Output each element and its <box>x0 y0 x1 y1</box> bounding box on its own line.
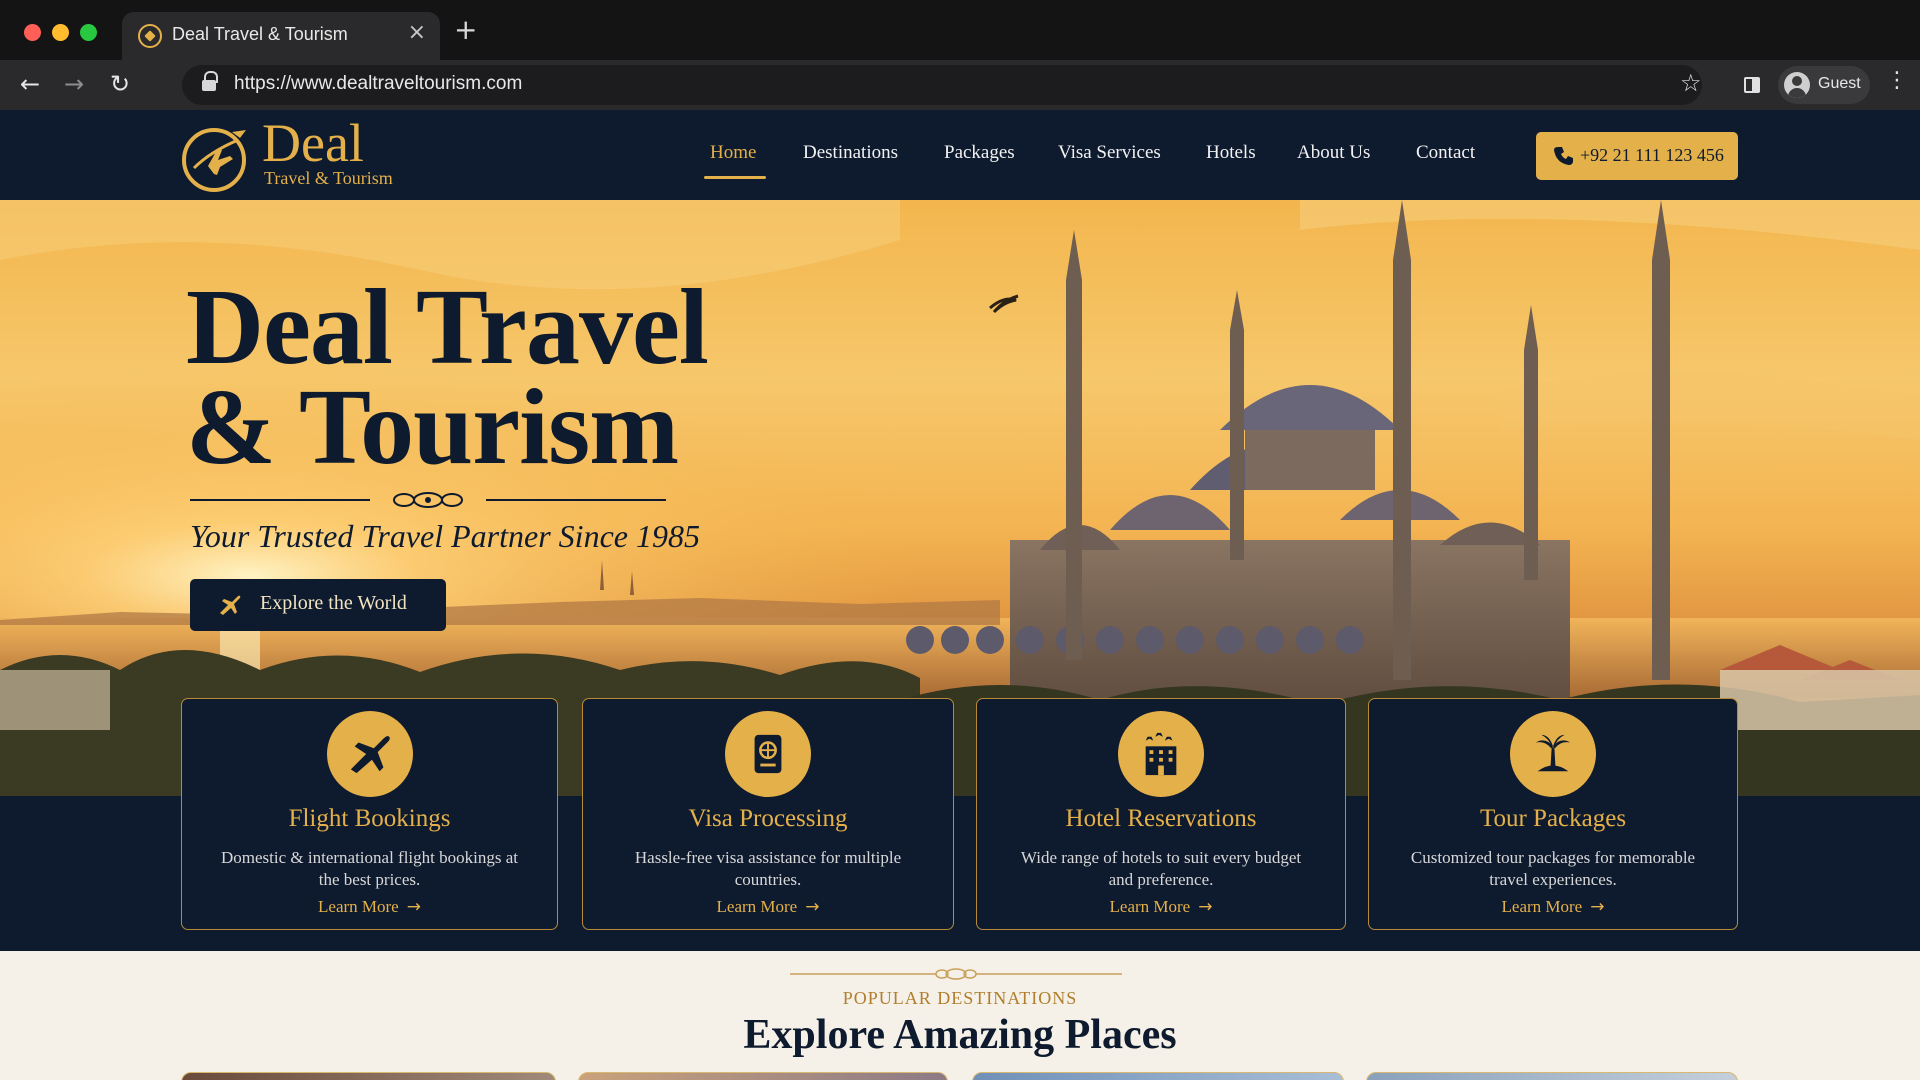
card-title: Tour Packages <box>1479 805 1627 832</box>
nav-visa-services[interactable]: Visa Services <box>1058 142 1161 164</box>
ornament-divider-icon <box>790 968 1122 980</box>
card-title: Flight Bookings <box>288 805 451 832</box>
side-panel-icon[interactable] <box>1744 77 1760 93</box>
section-title: Explore Amazing Places <box>743 1012 1177 1058</box>
phone-number: +92 21 111 123 456 <box>1580 145 1724 165</box>
hero-title-line-2: & Tourism <box>186 368 679 487</box>
card-description: Domestic & international flight bookings… <box>221 848 518 889</box>
hero-title: Deal Travel & Tourism <box>186 268 709 487</box>
palm-island-icon <box>1510 711 1596 797</box>
address-bar[interactable]: https://www.dealtraveltourism.com <box>182 65 1702 105</box>
card-description: Wide range of hotels to suit every budge… <box>1020 848 1302 889</box>
arrow-right-icon: → <box>1198 897 1213 917</box>
maximize-window-button[interactable] <box>80 24 97 41</box>
reload-icon[interactable]: ↻ <box>110 72 130 96</box>
airplane-icon <box>327 711 413 797</box>
nav-packages[interactable]: Packages <box>944 142 1015 164</box>
service-card-flights[interactable]: Flight Bookings Domestic & international… <box>181 698 558 930</box>
service-card-tours[interactable]: Tour Packages Customized tour packages f… <box>1368 698 1738 930</box>
browser-tab[interactable]: Deal Travel & Tourism × <box>122 12 440 60</box>
nav-hotels[interactable]: Hotels <box>1206 142 1256 164</box>
tab-title: Deal Travel & Tourism <box>172 24 348 44</box>
learn-more-link[interactable]: Learn More → <box>977 897 1345 917</box>
phone-icon <box>1554 147 1573 165</box>
nav-about-us[interactable]: About Us <box>1297 142 1370 164</box>
learn-more-link[interactable]: Learn More → <box>182 897 557 917</box>
nav-contact[interactable]: Contact <box>1416 142 1475 164</box>
profile-label: Guest <box>1818 75 1861 92</box>
tab-close-icon[interactable]: × <box>408 20 426 45</box>
service-card-hotels[interactable]: Hotel Reservations Wide range of hotels … <box>976 698 1346 930</box>
hero-title-line-1: Deal Travel <box>186 268 709 387</box>
browser-tab-bar: Deal Travel & Tourism × + <box>0 0 1920 60</box>
profile-button[interactable]: Guest <box>1778 66 1870 104</box>
new-tab-button[interactable]: + <box>454 16 477 44</box>
arrow-right-icon: → <box>1590 897 1605 917</box>
learn-more-label: Learn More <box>1109 897 1191 916</box>
learn-more-label: Learn More <box>716 897 798 916</box>
card-title: Visa Processing <box>688 805 848 832</box>
ornament-divider-icon <box>190 492 666 508</box>
avatar-icon <box>1784 72 1810 98</box>
phone-call-button[interactable]: +92 21 111 123 456 <box>1536 132 1738 180</box>
learn-more-link[interactable]: Learn More → <box>1369 897 1737 917</box>
service-card-visa[interactable]: Visa Processing Hassle-free visa assista… <box>582 698 954 930</box>
card-description: Hassle-free visa assistance for multiple… <box>634 848 902 889</box>
close-window-button[interactable] <box>24 24 41 41</box>
nav-active-indicator <box>704 176 766 179</box>
site-header: Deal Travel & Tourism Home Destinations … <box>0 110 1920 200</box>
passport-icon <box>725 711 811 797</box>
url-text[interactable]: https://www.dealtraveltourism.com <box>234 73 522 95</box>
browser-menu-icon[interactable]: ⋮ <box>1886 70 1908 92</box>
back-icon[interactable]: ← <box>20 72 40 96</box>
arrow-right-icon: → <box>805 897 820 917</box>
hero-tagline: Your Trusted Travel Partner Since 1985 <box>190 518 700 554</box>
browser-toolbar: ← → ↻ https://www.dealtraveltourism.com … <box>0 60 1920 110</box>
destination-card-3[interactable] <box>972 1072 1344 1080</box>
hotel-icon <box>1118 711 1204 797</box>
learn-more-label: Learn More <box>318 897 399 916</box>
bookmark-star-icon[interactable]: ☆ <box>1680 69 1702 97</box>
learn-more-link[interactable]: Learn More → <box>583 897 953 917</box>
minimize-window-button[interactable] <box>52 24 69 41</box>
popular-destinations-section: POPULAR DESTINATIONS Explore Amazing Pla… <box>0 951 1920 1080</box>
destination-card-4[interactable] <box>1366 1072 1738 1080</box>
website-viewport: Deal Travel & Tourism Home Destinations … <box>0 110 1920 1080</box>
nav-home[interactable]: Home <box>710 142 756 164</box>
favicon-icon <box>138 24 162 48</box>
forward-icon[interactable]: → <box>64 72 84 96</box>
lock-icon <box>202 71 218 92</box>
airplane-icon <box>220 595 241 615</box>
section-eyebrow: POPULAR DESTINATIONS <box>842 988 1078 1008</box>
explore-button[interactable]: Explore the World <box>190 579 446 631</box>
card-description: Customized tour packages for memorable t… <box>1410 848 1696 889</box>
nav-destinations[interactable]: Destinations <box>803 142 898 164</box>
explore-button-label: Explore the World <box>260 592 407 614</box>
learn-more-label: Learn More <box>1501 897 1583 916</box>
destination-card-2[interactable] <box>578 1072 948 1080</box>
card-title: Hotel Reservations <box>1065 805 1257 832</box>
destination-card-1[interactable] <box>181 1072 556 1080</box>
arrow-right-icon: → <box>406 897 421 917</box>
